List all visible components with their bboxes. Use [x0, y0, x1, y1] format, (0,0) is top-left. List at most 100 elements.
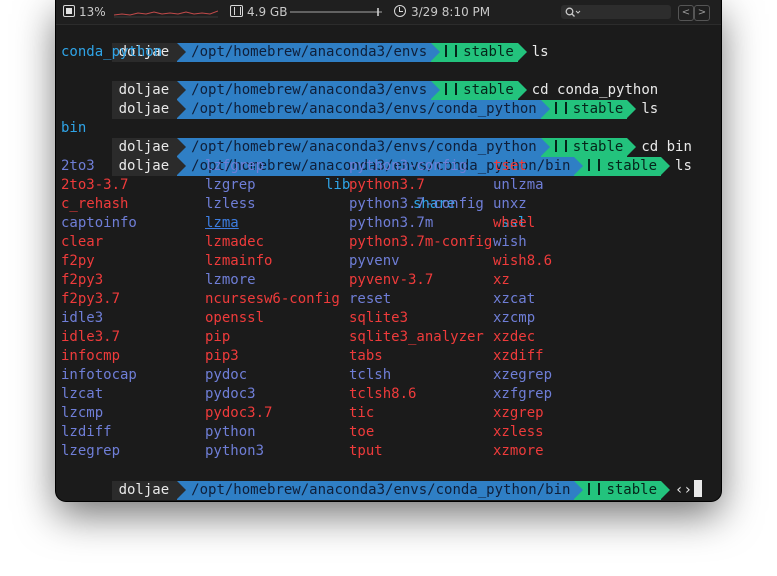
- file-entry: unlzma: [493, 177, 544, 193]
- prompt-path: /opt/homebrew/anaconda3/envs/conda_pytho…: [177, 481, 584, 500]
- clock: 3/29 8:10 PM: [394, 4, 490, 20]
- file-entry: python3-config: [349, 158, 468, 174]
- file-entry: pip: [205, 329, 231, 345]
- file-entry: tput: [349, 443, 383, 459]
- file-entry: ncursesw6-config: [205, 291, 340, 307]
- prompt-line: doljae/opt/homebrew/anaconda3/envs stable…: [61, 24, 549, 62]
- output-line: conda_python: [61, 44, 163, 60]
- file-entry: python3.7m-config: [349, 234, 493, 250]
- prompt-branch: stable: [574, 157, 671, 176]
- file-entry: pydoc3.7: [205, 405, 273, 421]
- nav-forward-button[interactable]: >: [694, 5, 710, 21]
- file-entry: idle3: [61, 310, 104, 326]
- file-entry: xzdiff: [493, 348, 544, 364]
- file-entry: pydoc3: [205, 386, 256, 402]
- output-line: bin conda-meta include lib share ssl: [61, 100, 526, 231]
- file-entry: lzless: [205, 196, 256, 212]
- cpu-value: 13%: [79, 5, 106, 19]
- chevron-left-icon: <: [681, 7, 691, 18]
- cpu-indicator: 13%: [63, 4, 106, 20]
- file-entry: pyvenv-3.7: [349, 272, 434, 288]
- git-branch-icon: [445, 45, 458, 57]
- file-entry: xzcmp: [493, 310, 536, 326]
- git-branch-icon: [588, 159, 601, 171]
- file-entry: lzdiff: [61, 424, 112, 440]
- file-entry: tclsh8.6: [349, 386, 417, 402]
- file-entry: idle3.7: [61, 329, 121, 345]
- file-entry: c_rehash: [61, 196, 129, 212]
- file-entry: pyvenv: [349, 253, 400, 269]
- file-entry: clear: [61, 234, 104, 250]
- file-entry: xzmore: [493, 443, 544, 459]
- prompt-path: /opt/homebrew/anaconda3/envs/conda_pytho…: [177, 100, 550, 119]
- file-entry: f2py3: [61, 272, 104, 288]
- file-entry: toe: [349, 424, 375, 440]
- prompt-user: doljae: [111, 100, 187, 119]
- chevron-right-icon: >: [697, 7, 707, 18]
- file-entry: xzless: [493, 424, 544, 440]
- file-entry: wish: [493, 234, 527, 250]
- terminal-window[interactable]: 13% 4.9 GB 3/29 8:10 PM < > doljae /opt/…: [56, 0, 721, 501]
- file-entry: lzcat: [61, 386, 104, 402]
- file-entry: python3: [205, 443, 265, 459]
- status-bar: 13% 4.9 GB 3/29 8:10 PM < >: [56, 0, 721, 25]
- prompt-user: doljae: [111, 157, 187, 176]
- file-entry: tset: [493, 158, 527, 174]
- memory-indicator: 4.9 GB: [230, 4, 287, 20]
- memory-icon: [230, 5, 243, 17]
- memory-bar: [290, 8, 382, 16]
- file-entry: wish8.6: [493, 253, 553, 269]
- prompt-user: doljae: [111, 481, 187, 500]
- clock-value: 3/29 8:10 PM: [411, 5, 491, 19]
- prompt-path: /opt/homebrew/anaconda3/envs: [177, 43, 441, 62]
- file-entry: 2to3: [61, 158, 95, 174]
- search-input[interactable]: [561, 5, 671, 19]
- prompt-line: doljae/opt/homebrew/anaconda3/envs/conda…: [61, 138, 692, 176]
- clock-icon: [394, 5, 406, 17]
- file-entry: xzfgrep: [493, 386, 553, 402]
- file-entry: 2to3-3.7: [61, 177, 129, 193]
- file-entry: lzegrep: [61, 443, 121, 459]
- prompt-line[interactable]: doljae/opt/homebrew/anaconda3/envs/conda…: [61, 461, 702, 500]
- prompt-branch: stable: [540, 100, 637, 119]
- prompt-branch: stable: [574, 481, 671, 500]
- file-entry: captoinfo: [61, 215, 137, 231]
- file-entry: infotocap: [61, 367, 137, 383]
- text-cursor[interactable]: [693, 480, 702, 497]
- prompt-line: doljae/opt/homebrew/anaconda3/envs/conda…: [61, 119, 692, 157]
- file-entry: lzcmp: [61, 405, 104, 421]
- search-icon: [565, 7, 581, 17]
- prompt-branch: stable: [431, 43, 527, 62]
- file-entry: lzmore: [205, 272, 256, 288]
- file-entry: lzgrep: [205, 177, 256, 193]
- file-entry: tic: [349, 405, 375, 421]
- prompt-line: doljae/opt/homebrew/anaconda3/envs/conda…: [61, 81, 658, 119]
- file-entry: python3.7m: [349, 215, 434, 231]
- file-entry: reset: [349, 291, 392, 307]
- file-entry: f2py3.7: [61, 291, 121, 307]
- file-entry: python: [205, 424, 256, 440]
- prompt-line: doljae/opt/homebrew/anaconda3/envs stable…: [61, 62, 658, 100]
- nav-back-button[interactable]: <: [678, 5, 694, 21]
- file-entry: openssl: [205, 310, 265, 326]
- file-entry: tabs: [349, 348, 383, 364]
- file-entry: xzegrep: [493, 367, 553, 383]
- git-branch-icon: [554, 102, 567, 114]
- file-entry: sqlite3: [349, 310, 409, 326]
- file-entry: lzmainfo: [205, 253, 273, 269]
- file-entry: python3.7: [349, 177, 425, 193]
- file-entry: lzfgrep: [205, 158, 265, 174]
- cpu-sparkline: [114, 10, 218, 18]
- file-entry: xzdec: [493, 329, 536, 345]
- memory-value: 4.9 GB: [247, 5, 288, 19]
- file-entry: sqlite3_analyzer: [349, 329, 484, 345]
- file-entry: xz: [493, 272, 510, 288]
- file-entry: python3.7-config: [349, 196, 484, 212]
- file-entry: f2py: [61, 253, 95, 269]
- cpu-icon: [63, 5, 75, 17]
- file-entry: unxz: [493, 196, 527, 212]
- git-branch-icon: [588, 483, 601, 495]
- file-entry: tclsh: [349, 367, 392, 383]
- file-entry: infocmp: [61, 348, 121, 364]
- file-entry: xzcat: [493, 291, 536, 307]
